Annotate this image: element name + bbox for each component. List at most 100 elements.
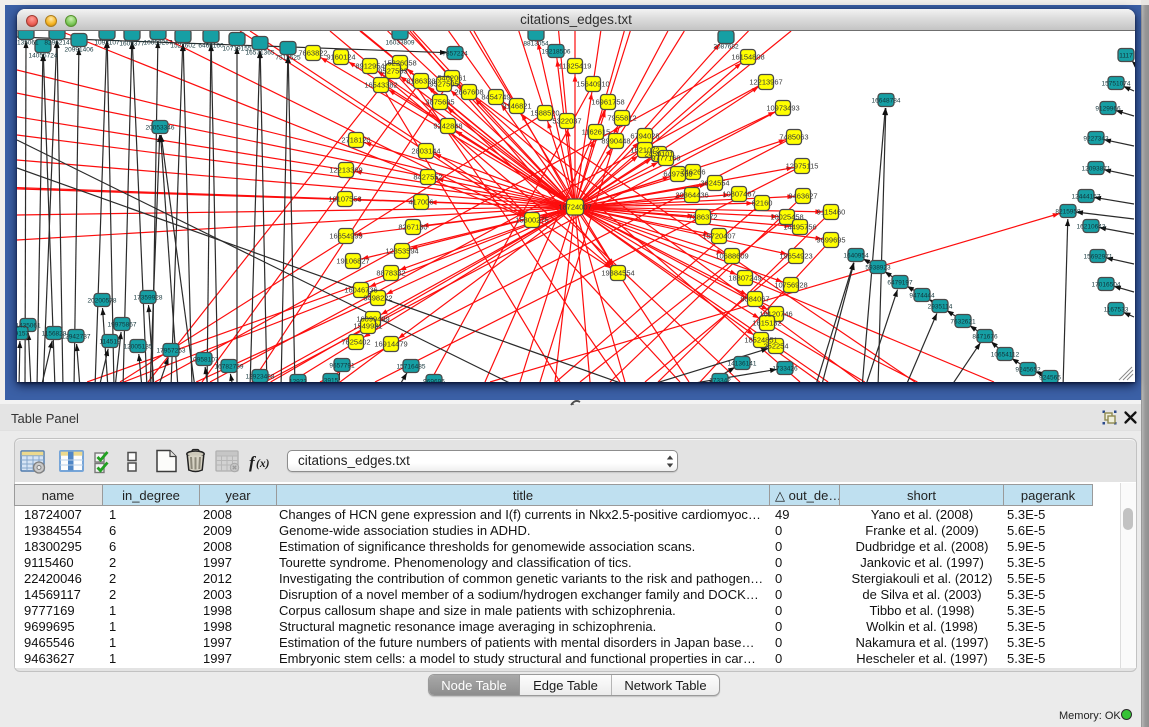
svg-text:2718120: 2718120 (341, 136, 370, 145)
svg-text:18807249: 18807249 (728, 274, 761, 283)
svg-text:10654112: 10654112 (991, 352, 1020, 359)
svg-text:5322037: 5322037 (552, 117, 581, 126)
svg-text:10025458: 10025458 (770, 213, 803, 222)
svg-text:7663822: 7663822 (298, 49, 327, 58)
svg-text:969696: 969696 (423, 379, 445, 383)
svg-text:8813054: 8813054 (523, 41, 549, 48)
svg-text:3915: 3915 (324, 378, 339, 383)
svg-text:20053346: 20053346 (146, 125, 175, 132)
svg-text:6794028: 6794028 (630, 132, 659, 141)
svg-text:6466160: 6466160 (198, 43, 224, 50)
svg-text:19975867: 19975867 (108, 322, 137, 329)
svg-text:10807487: 10807487 (722, 190, 755, 199)
svg-text:1615132: 1615132 (752, 319, 781, 328)
svg-text:9245652: 9245652 (1015, 367, 1041, 374)
svg-text:8267130: 8267130 (398, 223, 427, 232)
svg-text:1162615: 1162615 (582, 128, 611, 137)
svg-text:14495756: 14495756 (783, 223, 816, 232)
svg-text:8471676: 8471676 (972, 334, 998, 341)
svg-text:1640954: 1640954 (843, 253, 869, 260)
svg-text:16107553: 16107553 (328, 195, 361, 204)
svg-text:7955812: 7955812 (607, 114, 636, 123)
svg-text:8990448: 8990448 (601, 137, 630, 146)
svg-text:16654999: 16654999 (329, 232, 362, 241)
svg-text:14136141: 14136141 (728, 361, 757, 368)
svg-text:12923: 12923 (289, 379, 307, 383)
svg-text:15300275: 15300275 (515, 216, 548, 225)
svg-text:20200578: 20200578 (88, 298, 117, 305)
svg-text:1549931: 1549931 (353, 322, 382, 331)
svg-text:114519: 114519 (99, 339, 121, 346)
svg-text:16210643: 16210643 (1077, 224, 1106, 231)
svg-text:7485063: 7485063 (779, 133, 808, 142)
svg-text:20364436: 20364436 (675, 191, 708, 200)
svg-text:62160: 62160 (752, 199, 773, 208)
svg-text:12213967: 12213967 (749, 78, 782, 87)
svg-text:7857224: 7857224 (442, 51, 468, 58)
svg-text:2667608: 2667608 (454, 88, 483, 97)
svg-text:10756928: 10756928 (774, 281, 807, 290)
svg-text:1167533: 1167533 (1104, 307, 1129, 314)
svg-text:1609377: 1609377 (119, 41, 145, 48)
svg-text:9084067: 9084067 (740, 295, 769, 304)
svg-text:252254: 252254 (763, 342, 788, 351)
svg-text:10053267: 10053267 (144, 40, 173, 47)
svg-text:3624554: 3624554 (700, 179, 729, 188)
svg-text:16120746: 16120746 (759, 310, 792, 319)
svg-text:2803144: 2803144 (411, 147, 440, 156)
svg-text:9146821: 9146821 (502, 102, 531, 111)
svg-text:16543382: 16543382 (364, 81, 397, 90)
svg-text:8454749: 8454749 (481, 93, 510, 102)
svg-text:12093871: 12093871 (1082, 166, 1111, 173)
svg-text:12444157: 12444157 (1072, 194, 1101, 201)
svg-text:2087682: 2087682 (713, 44, 739, 51)
svg-text:12005135: 12005135 (124, 344, 153, 351)
svg-text:8215958: 8215958 (1055, 209, 1081, 216)
svg-text:9463627: 9463627 (788, 192, 817, 201)
svg-text:9242848: 9242848 (433, 122, 462, 131)
svg-text:19218506: 19218506 (542, 49, 571, 56)
svg-text:9115460: 9115460 (817, 208, 846, 217)
svg-text:8296214: 8296214 (44, 40, 70, 47)
svg-text:39157: 39157 (17, 331, 29, 338)
svg-text:9160124: 9160124 (326, 53, 355, 62)
svg-text:(x): (x) (256, 458, 270, 470)
svg-text:9777169: 9777169 (651, 154, 680, 163)
svg-text:17016504: 17016504 (1092, 282, 1121, 289)
svg-text:1733426: 1733426 (772, 366, 798, 373)
svg-text:1435061: 1435061 (17, 323, 41, 330)
svg-text:17957253: 17957253 (157, 348, 186, 355)
svg-text:15640910: 15640910 (576, 80, 609, 89)
svg-text:173342: 173342 (709, 378, 731, 383)
svg-text:12942737: 12942737 (62, 334, 91, 341)
svg-text:6479197: 6479197 (887, 280, 913, 287)
svg-text:11325419: 11325419 (559, 62, 592, 71)
svg-text:2935114: 2935114 (928, 304, 953, 311)
svg-text:15716485: 15716485 (397, 364, 426, 371)
svg-text:8878332: 8878332 (376, 269, 405, 278)
svg-text:12975115: 12975115 (786, 162, 819, 171)
svg-text:16914479: 16914479 (374, 340, 407, 349)
svg-text:17359928: 17359928 (134, 295, 163, 302)
svg-text:16648784: 16648784 (872, 98, 901, 105)
svg-text:16782759: 16782759 (215, 364, 244, 371)
svg-text:7386372: 7386372 (688, 213, 717, 222)
svg-text:15751074: 15751074 (1102, 81, 1131, 88)
svg-text:12353594: 12353594 (385, 247, 418, 256)
svg-text:20991406: 20991406 (65, 47, 94, 54)
svg-text:9227343: 9227343 (1083, 136, 1109, 143)
svg-text:16961758: 16961758 (591, 98, 624, 107)
svg-text:16571365: 16571365 (246, 50, 275, 57)
svg-text:15692971: 15692971 (1084, 254, 1113, 261)
svg-text:9129966: 9129966 (1095, 106, 1121, 113)
svg-text:7632621: 7632621 (950, 319, 976, 326)
svg-text:10973493: 10973493 (766, 104, 799, 113)
svg-text:19384554: 19384554 (601, 269, 634, 278)
svg-text:2135061: 2135061 (17, 40, 39, 47)
svg-text:417006: 417006 (408, 198, 433, 207)
svg-text:746266: 746266 (680, 168, 705, 177)
svg-text:10958107: 10958107 (190, 357, 219, 364)
svg-text:16154808: 16154808 (731, 53, 764, 62)
svg-text:1093107: 1093107 (94, 40, 120, 47)
svg-text:9657791: 9657791 (329, 363, 355, 370)
